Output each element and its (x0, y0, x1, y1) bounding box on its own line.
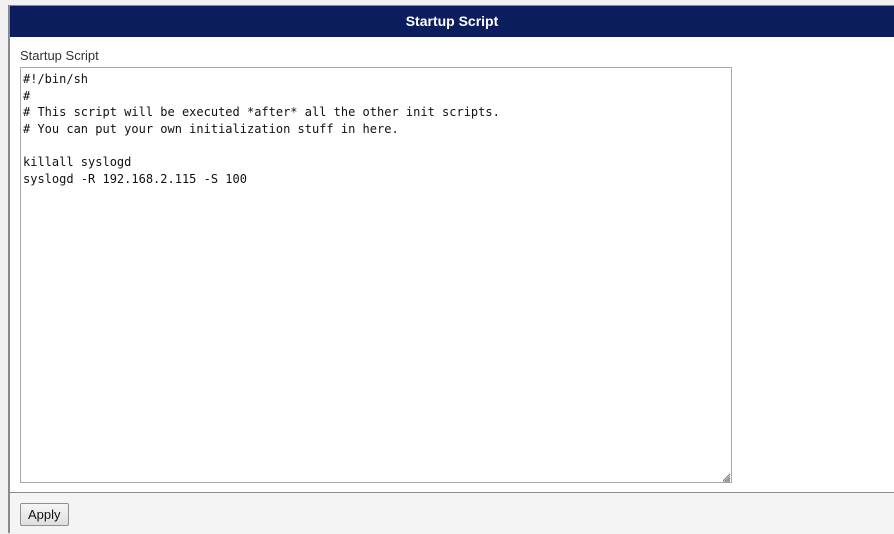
startup-script-panel: Startup Script Startup Script #!/bin/sh … (8, 5, 894, 534)
panel-content: Startup Script #!/bin/sh # # This script… (10, 37, 894, 492)
startup-script-textarea[interactable]: #!/bin/sh # # This script will be execut… (20, 67, 732, 483)
form-footer: Apply (10, 493, 894, 534)
apply-button[interactable]: Apply (20, 503, 69, 526)
panel-title: Startup Script (10, 6, 894, 37)
startup-script-label: Startup Script (20, 48, 99, 63)
